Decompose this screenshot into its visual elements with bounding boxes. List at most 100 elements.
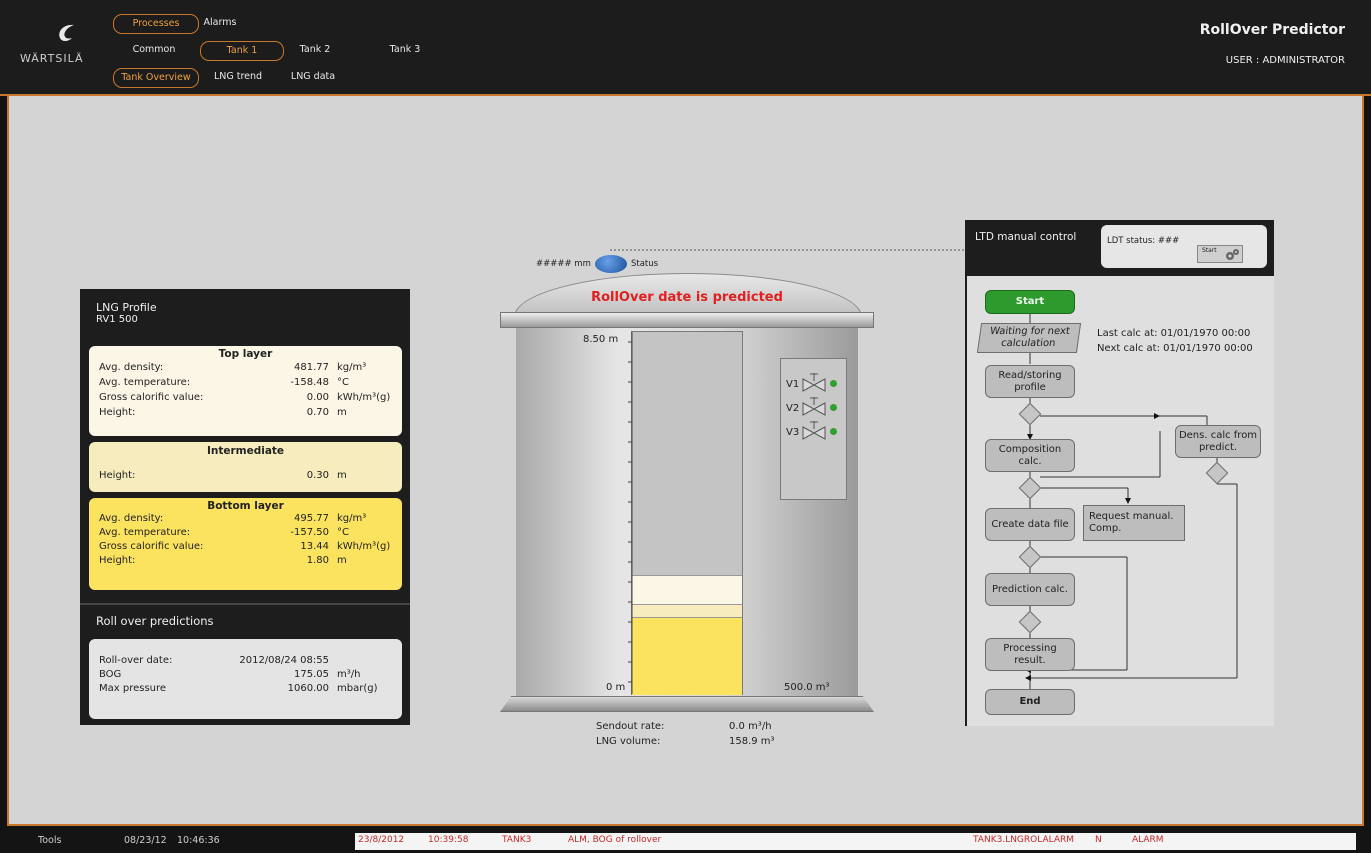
row-label: BOG: [99, 669, 122, 680]
volume-label: LNG volume:: [596, 736, 661, 747]
valve-v1-status-icon: [830, 380, 837, 387]
row-value: 0.00: [306, 392, 329, 403]
nav-lng-data[interactable]: LNG data: [280, 68, 346, 86]
tank-rim: [500, 312, 874, 328]
lng-profile-panel: LNG Profile RV1 500 Top layer Avg. densi…: [80, 289, 410, 725]
flow-create-file-node: Create data file: [985, 508, 1075, 541]
prediction-row: Max pressure 1060.00 mbar(g): [99, 683, 394, 697]
sensor-status-label: Status: [631, 259, 659, 269]
gauge-scale: [628, 332, 633, 694]
top-layer-row: Gross calorific value: 0.00 kWh/m³(g): [99, 392, 394, 406]
flow-read-profile-node: Read/storing profile: [985, 365, 1075, 398]
alarm-tank: TANK3: [502, 835, 532, 845]
valve-label-v2: V2: [786, 403, 800, 414]
alarm-line[interactable]: 23/8/2012 10:39:58 TANK3 ALM, BOG of rol…: [355, 833, 1356, 850]
valve-v3-icon[interactable]: [801, 419, 827, 441]
row-value: 1.80: [306, 555, 329, 566]
nav-alarms[interactable]: Alarms: [200, 14, 240, 32]
row-unit: kWh/m³(g): [337, 541, 391, 552]
ltd-status-box: LDT status: ### Start: [1101, 225, 1267, 268]
tools-menu[interactable]: Tools: [38, 835, 61, 846]
top-layer-row: Avg. density: 481.77 kg/m³: [99, 362, 394, 376]
level-sensor-icon[interactable]: [595, 255, 627, 273]
wartsila-logo-icon: [59, 24, 74, 41]
nav-common[interactable]: Common: [124, 41, 184, 59]
intermediate-layer-card: Intermediate Height: 0.30 m: [89, 442, 402, 492]
status-bar: Tools 08/23/12 10:46:36 23/8/2012 10:39:…: [0, 830, 1371, 853]
row-value: 175.05: [294, 669, 329, 680]
nav-lng-trend[interactable]: LNG trend: [205, 68, 271, 86]
level-gauge: [631, 331, 743, 695]
row-label: Height:: [99, 407, 136, 418]
valve-v2-status-icon: [830, 404, 837, 411]
logo-text: WÄRTSILÄ: [20, 52, 84, 65]
top-layer-fill: [632, 575, 742, 605]
flow-request-manual-node: Request manual. Comp.: [1083, 505, 1185, 541]
ltd-status: LDT status: ###: [1107, 236, 1180, 246]
nav-tank-1[interactable]: Tank 1: [200, 41, 284, 61]
ltd-start-label: Start: [1202, 247, 1217, 254]
intermediate-title: Intermediate: [206, 445, 285, 457]
top-layer-title: Top layer: [218, 348, 273, 360]
predictions-card: Roll-over date: 2012/08/24 08:55 BOG 175.0…: [89, 639, 402, 719]
row-value: -157.50: [290, 527, 329, 538]
panel-title: LNG Profile: [96, 301, 157, 314]
flow-start-node: Start: [985, 290, 1075, 314]
valve-label-v3: V3: [786, 427, 800, 438]
sendout-label: Sendout rate:: [596, 721, 665, 732]
next-calc-label: Next calc at: 01/01/1970 00:00: [1097, 343, 1253, 354]
alarm-tag: TANK3.LNGROLALARM: [973, 835, 1075, 845]
bottom-layer-row: Gross calorific value: 13.44 kWh/m³(g): [99, 541, 394, 555]
row-unit: kg/m³: [337, 513, 367, 524]
flow-processing-node: Processing result.: [985, 638, 1075, 671]
alarm-text: ALM, BOG of rollover: [568, 835, 662, 845]
row-value: 481.77: [294, 362, 329, 373]
row-unit: kWh/m³(g): [337, 392, 391, 403]
bottom-layer-card: Bottom layer Avg. density: 495.77 kg/m³ Av…: [89, 498, 402, 590]
nav-tank-overview[interactable]: Tank Overview: [113, 68, 199, 88]
row-unit: m³/h: [337, 669, 361, 680]
top-layer-card: Top layer Avg. density: 481.77 kg/m³ Avg. …: [89, 346, 402, 436]
alarm-type: ALARM: [1132, 835, 1164, 845]
row-unit: °C: [337, 377, 349, 388]
row-unit: m: [337, 407, 347, 418]
tank-capacity-label: 500.0 m³: [784, 682, 830, 693]
valve-v1-icon[interactable]: [801, 371, 827, 393]
row-label: Height:: [99, 555, 136, 566]
app-title: RollOver Predictor: [1199, 22, 1345, 38]
flow-waiting-node: Waiting for next calculation: [976, 323, 1082, 353]
row-label: Roll-over date:: [99, 655, 173, 666]
intermediate-row: Height: 0.30 m: [99, 470, 394, 484]
ltd-title: LTD manual control: [975, 231, 1077, 243]
row-value: 13.44: [300, 541, 329, 552]
row-label: Height:: [99, 470, 136, 481]
last-calc-label: Last calc at: 01/01/1970 00:00: [1097, 328, 1251, 339]
bottom-layer-title: Bottom layer: [207, 500, 284, 512]
alarm-date: 23/8/2012: [358, 835, 405, 845]
row-label: Avg. density:: [99, 362, 164, 373]
top-navigation-bar: WÄRTSILÄ Processes Alarms Common Tank 1 …: [0, 0, 1371, 96]
flow-composition-node: Composition calc.: [985, 439, 1075, 472]
flow-dens-calc-node: Dens. calc from predict.: [1175, 425, 1261, 458]
bottom-layer-row: Avg. temperature: -157.50 °C: [99, 527, 394, 541]
tank-base: [500, 696, 874, 712]
ltd-start-button[interactable]: Start: [1197, 245, 1243, 263]
row-label: Max pressure: [99, 683, 167, 694]
panel-subtitle: RV1 500: [96, 314, 138, 325]
nav-tank-3[interactable]: Tank 3: [380, 41, 430, 59]
flow-end-node: End: [985, 689, 1075, 715]
gauge-top-label: 8.50 m: [583, 334, 619, 345]
row-label: Gross calorific value:: [99, 541, 204, 552]
gear-icon: [1226, 249, 1239, 260]
row-value: 495.77: [294, 513, 329, 524]
flowchart-area: Start Waiting for next calculation Last …: [967, 276, 1274, 726]
nav-processes[interactable]: Processes: [113, 14, 199, 34]
row-unit: m: [337, 470, 347, 481]
bottom-layer-row: Avg. density: 495.77 kg/m³: [99, 513, 394, 527]
valve-v2-icon[interactable]: [801, 395, 827, 417]
top-layer-row: Height: 0.70 m: [99, 407, 394, 421]
flow-prediction-node: Prediction calc.: [985, 573, 1075, 606]
status-time: 10:46:36: [177, 835, 220, 846]
row-label: Avg. temperature:: [99, 527, 191, 538]
nav-tank-2[interactable]: Tank 2: [290, 41, 340, 59]
